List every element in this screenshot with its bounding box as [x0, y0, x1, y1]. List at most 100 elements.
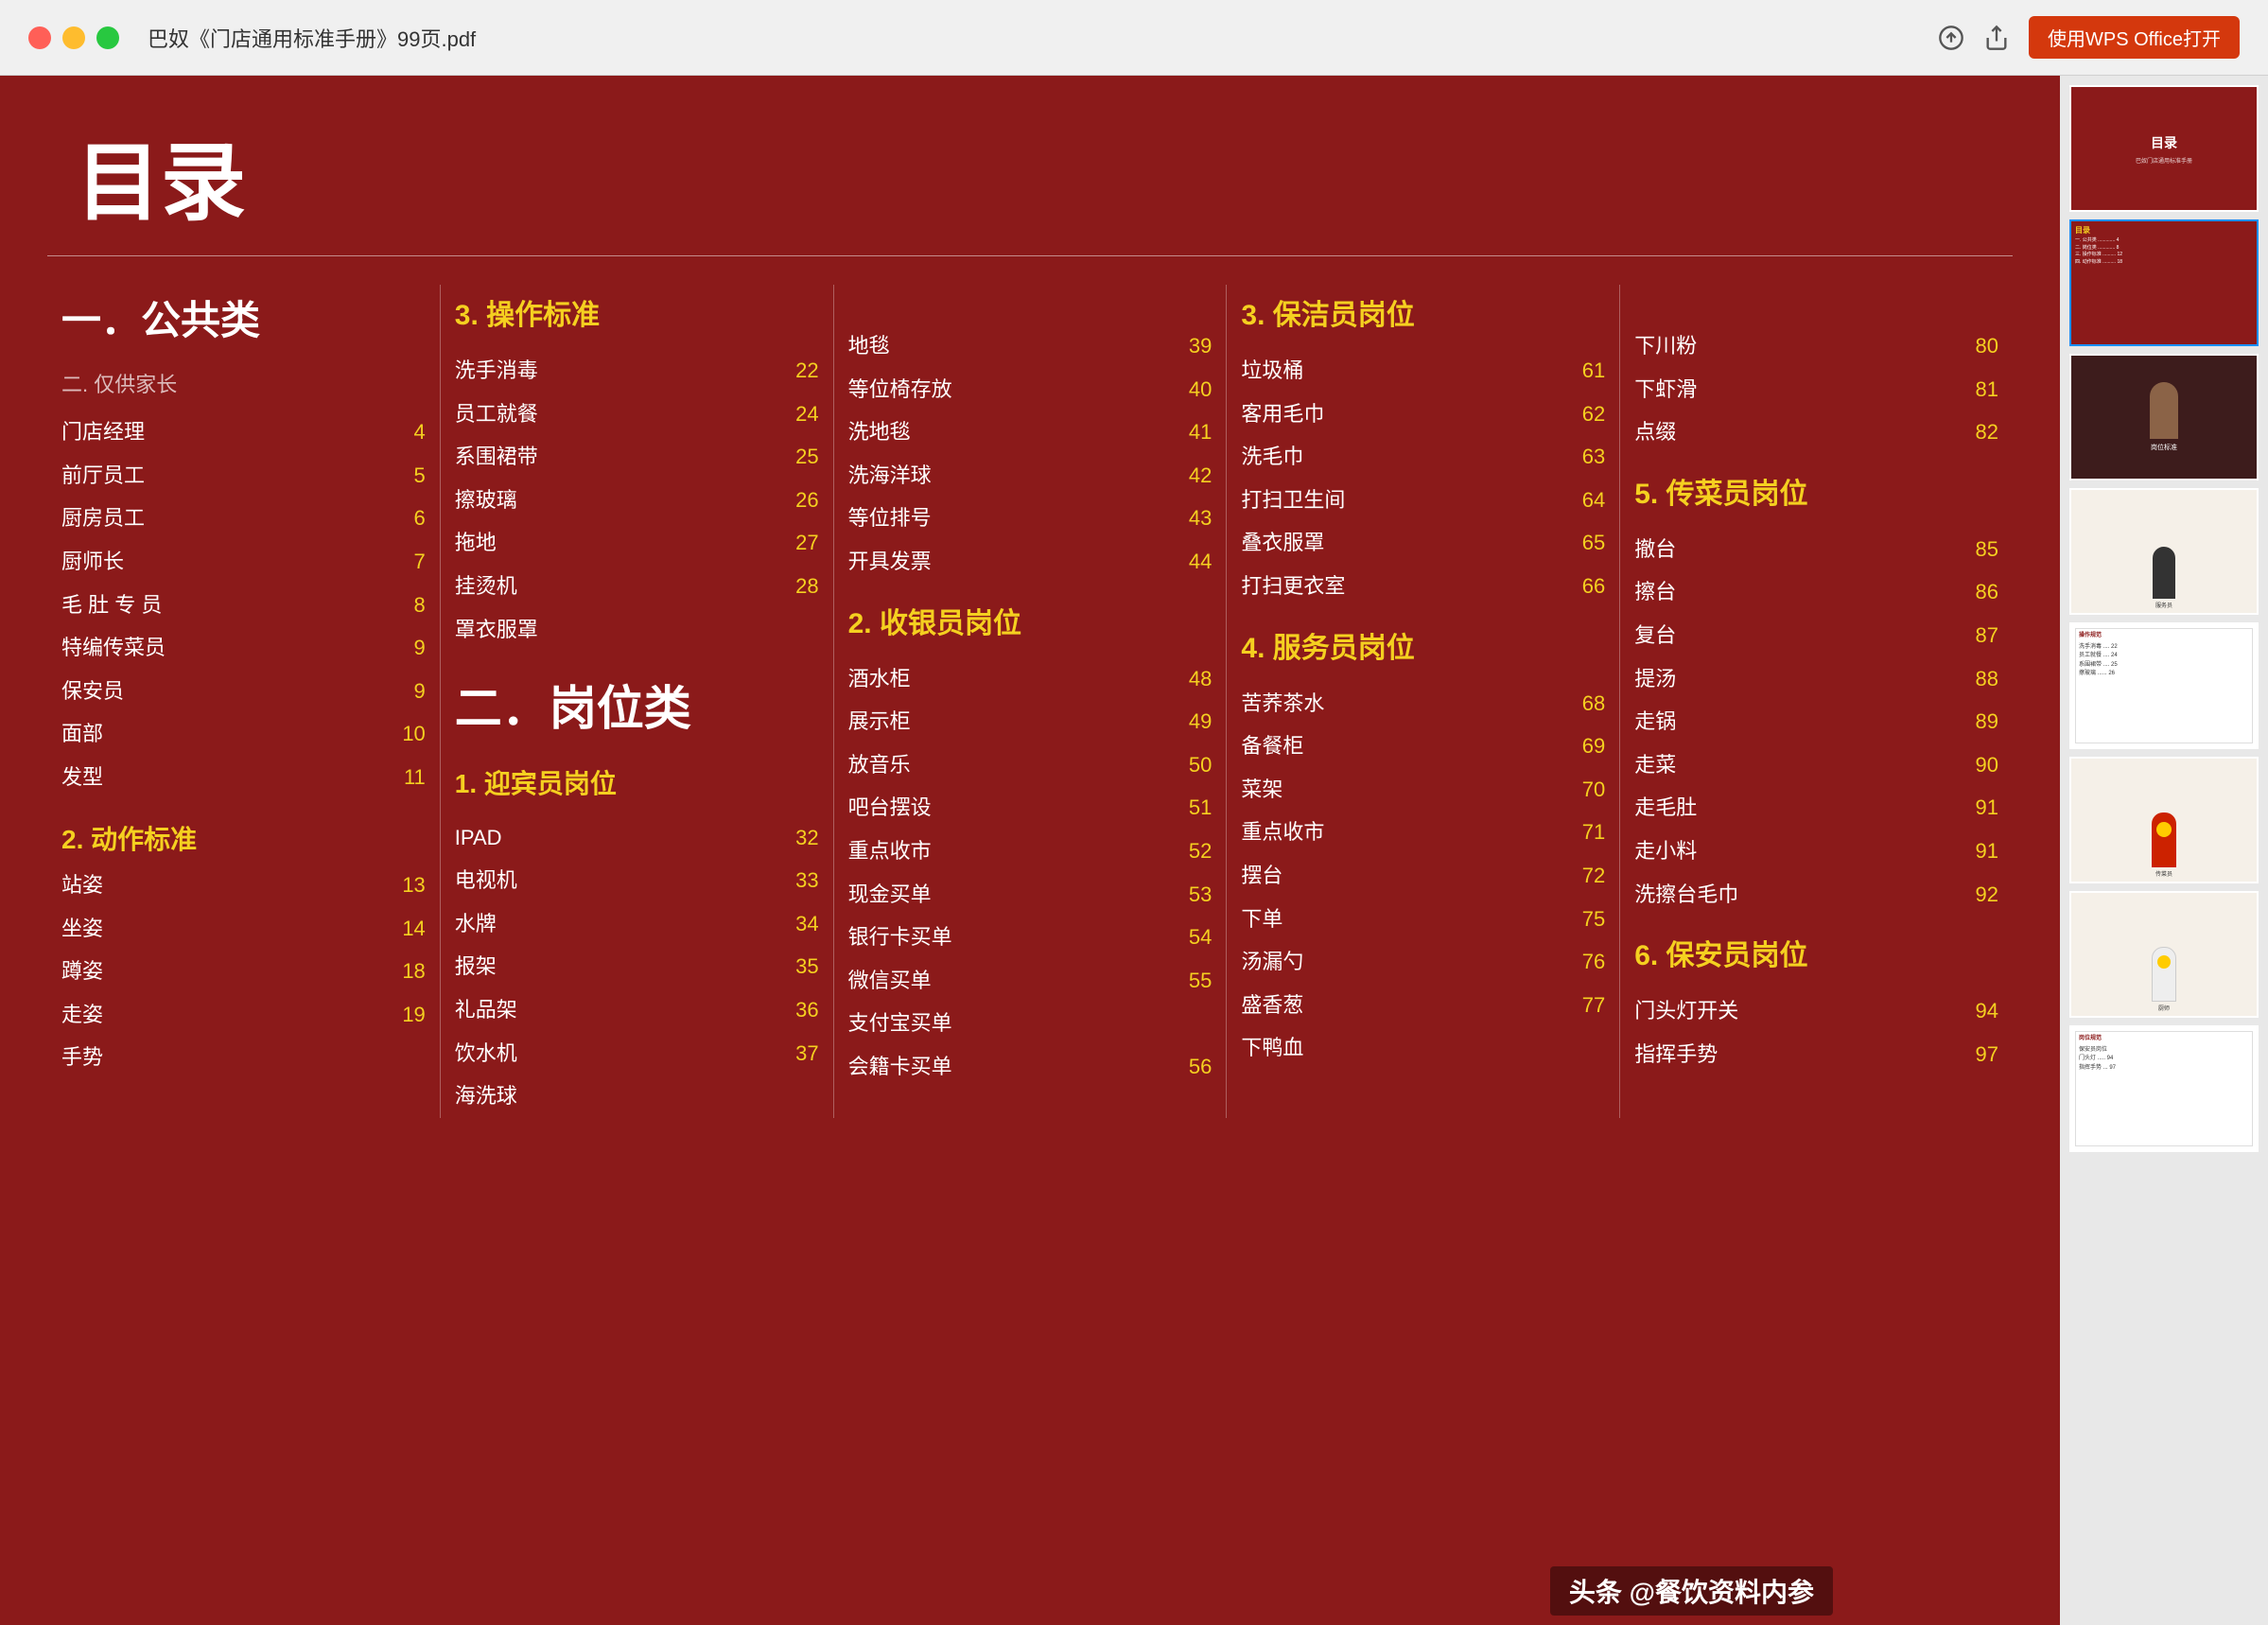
toc-title: 目录 — [76, 114, 2013, 236]
section-1-header: 一．公共类 — [61, 285, 426, 357]
toc-item: 毛 肚 专 员 8 — [61, 584, 426, 627]
thumbnail-1[interactable]: 目录 巴奴门店通用标准手册 — [2069, 85, 2259, 212]
toc-item: 洗擦台毛巾 92 — [1634, 873, 1998, 917]
toc-item: 汤漏勺 76 — [1241, 940, 1605, 984]
toc-item: 洗地毯 41 — [848, 411, 1213, 454]
toc-item: 员工就餐 24 — [455, 393, 819, 436]
section-1-sub: 二. 仅供家长 — [61, 366, 426, 404]
toc-item: 开具发票 44 — [848, 540, 1213, 584]
toc-item: 发型 11 — [61, 756, 426, 799]
toc-item: 点缀 82 — [1634, 411, 1998, 454]
toc-item: 走毛肚 91 — [1634, 786, 1998, 830]
minimize-button[interactable] — [62, 26, 85, 49]
toc-item: 挂烫机 28 — [455, 565, 819, 608]
toc-item: 垃圾桶 61 — [1241, 349, 1605, 393]
maximize-button[interactable] — [96, 26, 119, 49]
toc-item: 微信买单 55 — [848, 959, 1213, 1003]
toc-item: 拖地 27 — [455, 521, 819, 565]
col2-header: 3. 操作标准 — [455, 290, 819, 341]
toc-item: 走小料 91 — [1634, 830, 1998, 873]
toc-item: 洗手消毒 22 — [455, 349, 819, 393]
toc-item: 下川粉 80 — [1634, 324, 1998, 368]
toc-item: 前厅员工 5 — [61, 454, 426, 498]
toc-item: 会籍卡买单 56 — [848, 1045, 1213, 1089]
toc-item: 叠衣服罩 65 — [1241, 521, 1605, 565]
toc-item: 地毯 39 — [848, 324, 1213, 368]
toc-item: 打扫卫生间 64 — [1241, 479, 1605, 522]
toc-item: IPAD 32 — [455, 816, 819, 860]
toc-item: 等位排号 43 — [848, 497, 1213, 540]
col3-section2: 2. 收银员岗位 — [848, 599, 1213, 650]
toc-item: 撤台 85 — [1634, 528, 1998, 571]
thumbnail-5[interactable]: 操作规范 洗手消毒 .... 22 员工就餐 .... 24 系围裙带 ....… — [2069, 622, 2259, 749]
toc-item: 保安员 9 — [61, 670, 426, 713]
toc-item: 擦玻璃 26 — [455, 479, 819, 522]
tab-title: 巴奴《门店通用标准手册》99页.pdf — [148, 23, 1938, 53]
toc-item: 海洗球 — [455, 1075, 819, 1118]
thumbnail-8[interactable]: 岗位规范 保安员岗位 门头灯 ..... 94 指挥手势 ... 97 — [2069, 1025, 2259, 1152]
close-button[interactable] — [28, 26, 51, 49]
toc-item: 站姿 13 — [61, 864, 426, 907]
toc-col-3: 地毯 39 等位椅存放 40 洗地毯 41 洗海洋球 42 等位排号 43 — [833, 285, 1227, 1118]
toc-item: 指挥手势 97 — [1634, 1033, 1998, 1076]
toc-item: 等位椅存放 40 — [848, 368, 1213, 411]
main-area: 目录 一．公共类 二. 仅供家长 门店经理 4 前厅员工 5 厨房员工 6 — [0, 76, 2268, 1625]
toc-item: 洗毛巾 63 — [1241, 435, 1605, 479]
toc-item: 现金买单 53 — [848, 873, 1213, 917]
toc-item: 酒水柜 48 — [848, 657, 1213, 701]
thumbnail-7[interactable]: 厨师 — [2069, 891, 2259, 1018]
upload-icon[interactable] — [1938, 25, 1964, 51]
toc-item: 饮水机 37 — [455, 1032, 819, 1075]
toc-item: 支付宝买单 — [848, 1002, 1213, 1045]
toc-item: 厨师长 7 — [61, 540, 426, 584]
toc-item: 门店经理 4 — [61, 411, 426, 454]
toc-item: 银行卡买单 54 — [848, 916, 1213, 959]
col4-section2: 4. 服务员岗位 — [1241, 623, 1605, 674]
thumbnail-4[interactable]: 服务员 — [2069, 488, 2259, 615]
wps-open-button[interactable]: 使用WPS Office打开 — [2029, 16, 2240, 59]
toc-item: 走姿 19 — [61, 993, 426, 1037]
col4-header: 3. 保洁员岗位 — [1241, 290, 1605, 341]
toc-col-2: 3. 操作标准 洗手消毒 22 员工就餐 24 系围裙带 25 擦玻璃 26 — [440, 285, 833, 1118]
toc-item: 坐姿 14 — [61, 907, 426, 951]
browser-actions: 使用WPS Office打开 — [1938, 16, 2240, 59]
toc-item: 展示柜 49 — [848, 700, 1213, 743]
toc-item: 系围裙带 25 — [455, 435, 819, 479]
toc-item: 面部 10 — [61, 712, 426, 756]
toc-item: 摆台 72 — [1241, 854, 1605, 898]
toc-item: 吧台摆设 51 — [848, 786, 1213, 830]
toc-col-5: 下川粉 80 下虾滑 81 点缀 82 5. 传菜员岗位 撤台 85 — [1619, 285, 2013, 1118]
toc-item: 手势 — [61, 1036, 426, 1079]
toc-item: 电视机 33 — [455, 859, 819, 902]
toc-item: 报架 35 — [455, 945, 819, 988]
toc-item: 盛香葱 77 — [1241, 984, 1605, 1027]
col2-section2: 二．岗位类 1. 迎宾员岗位 — [455, 666, 819, 808]
thumbnail-2[interactable]: 目录 一. 公共类 ............. 4 二. 岗位类 .......… — [2069, 219, 2259, 346]
browser-chrome: 巴奴《门店通用标准手册》99页.pdf 使用WPS Office打开 — [0, 0, 2268, 76]
watermark: 头条 @餐饮资料内参 — [1550, 1566, 1833, 1616]
thumbnail-3[interactable]: 岗位标准 — [2069, 354, 2259, 481]
toc-item: 水牌 34 — [455, 902, 819, 946]
toc-content: 一．公共类 二. 仅供家长 门店经理 4 前厅员工 5 厨房员工 6 厨师长 7 — [47, 285, 2013, 1118]
toc-item: 提汤 88 — [1634, 657, 1998, 701]
share-icon[interactable] — [1983, 25, 2010, 51]
toc-item: 下单 75 — [1241, 898, 1605, 941]
toc-item: 放音乐 50 — [848, 743, 1213, 787]
thumbnail-6[interactable]: 传菜员 — [2069, 757, 2259, 883]
toc-item: 复台 87 — [1634, 614, 1998, 657]
traffic-lights — [28, 26, 119, 49]
divider — [47, 255, 2013, 256]
toc-item: 备餐柜 69 — [1241, 725, 1605, 768]
toc-item: 礼品架 36 — [455, 988, 819, 1032]
toc-col-1: 一．公共类 二. 仅供家长 门店经理 4 前厅员工 5 厨房员工 6 厨师长 7 — [47, 285, 440, 1118]
toc-item: 门头灯开关 94 — [1634, 989, 1998, 1033]
col5-section2: 5. 传菜员岗位 — [1634, 469, 1998, 520]
toc-item: 蹲姿 18 — [61, 950, 426, 993]
toc-item: 下虾滑 81 — [1634, 368, 1998, 411]
col5-section3: 6. 保安员岗位 — [1634, 931, 1998, 982]
toc-item: 重点收市 52 — [848, 830, 1213, 873]
toc-item: 擦台 86 — [1634, 570, 1998, 614]
toc-item: 罩衣服罩 — [455, 608, 819, 652]
toc-item: 菜架 70 — [1241, 768, 1605, 812]
pdf-viewer: 目录 一．公共类 二. 仅供家长 门店经理 4 前厅员工 5 厨房员工 6 — [0, 76, 2060, 1625]
